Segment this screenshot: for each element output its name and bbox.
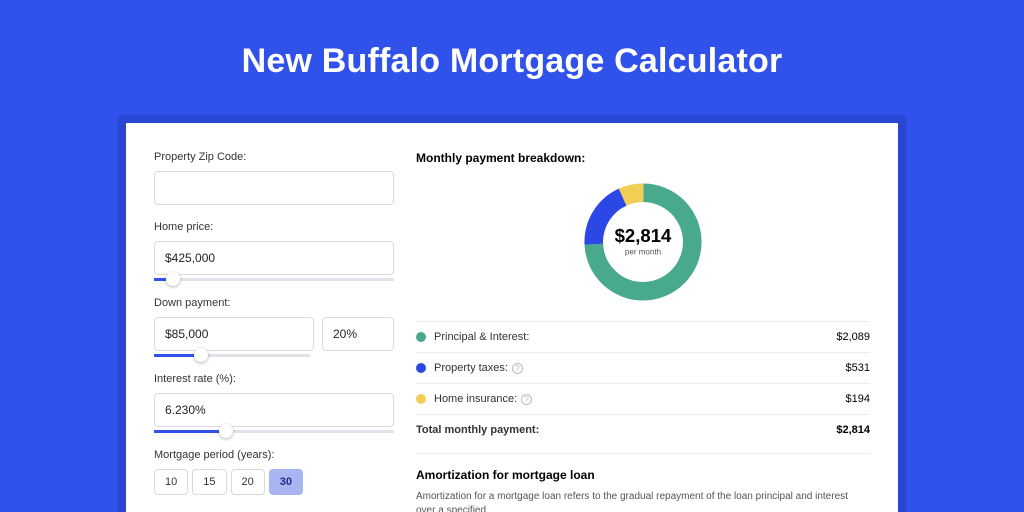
zip-group: Property Zip Code: (154, 151, 394, 205)
down-amount-input[interactable] (154, 317, 314, 351)
price-slider[interactable] (154, 278, 394, 281)
rate-slider[interactable] (154, 430, 394, 433)
inputs-column: Property Zip Code: Home price: Down paym… (154, 151, 394, 512)
zip-label: Property Zip Code: (154, 151, 394, 163)
info-icon[interactable]: ? (521, 394, 532, 405)
calculator-card: Property Zip Code: Home price: Down paym… (126, 123, 898, 512)
period-30-button[interactable]: 30 (269, 469, 303, 495)
period-15-button[interactable]: 15 (192, 469, 226, 495)
legend-row-total: Total monthly payment: $2,814 (416, 415, 870, 445)
legend-label: Principal & Interest: (434, 331, 529, 343)
period-group: Mortgage period (years): 10 15 20 30 (154, 449, 394, 495)
period-options: 10 15 20 30 (154, 469, 394, 495)
dot-icon (416, 394, 426, 404)
legend-value: $2,089 (836, 331, 870, 343)
legend-label: Home insurance: ? (434, 393, 532, 405)
legend-row-insurance: Home insurance: ? $194 (416, 384, 870, 415)
legend-row-principal: Principal & Interest: $2,089 (416, 322, 870, 353)
period-label: Mortgage period (years): (154, 449, 394, 461)
legend-label-text: Property taxes: (434, 362, 508, 374)
donut-center-amount: $2,814 (615, 225, 672, 246)
legend-label: Total monthly payment: (416, 424, 539, 436)
price-group: Home price: (154, 221, 394, 281)
price-input[interactable] (154, 241, 394, 275)
dot-icon (416, 363, 426, 373)
page-title: New Buffalo Mortgage Calculator (0, 0, 1024, 115)
period-20-button[interactable]: 20 (231, 469, 265, 495)
down-slider[interactable] (154, 354, 310, 357)
dot-icon (416, 332, 426, 342)
breakdown-column: Monthly payment breakdown: $2,814 per mo… (416, 151, 870, 512)
amortization-body: Amortization for a mortgage loan refers … (416, 490, 870, 512)
amortization-section: Amortization for mortgage loan Amortizat… (416, 453, 870, 512)
info-icon[interactable]: ? (512, 363, 523, 374)
legend-label: Property taxes: ? (434, 362, 523, 374)
calculator-card-frame: Property Zip Code: Home price: Down paym… (118, 115, 906, 512)
rate-input[interactable] (154, 393, 394, 427)
legend-row-taxes: Property taxes: ? $531 (416, 353, 870, 384)
breakdown-title: Monthly payment breakdown: (416, 151, 870, 165)
donut-center-sub: per month (625, 247, 661, 256)
legend-label-text: Home insurance: (434, 393, 517, 405)
legend: Principal & Interest: $2,089 Property ta… (416, 321, 870, 445)
period-10-button[interactable]: 10 (154, 469, 188, 495)
legend-value: $531 (846, 362, 870, 374)
zip-input[interactable] (154, 171, 394, 205)
amortization-title: Amortization for mortgage loan (416, 468, 870, 482)
legend-value: $2,814 (836, 424, 870, 436)
down-group: Down payment: (154, 297, 394, 357)
down-pct-input[interactable] (322, 317, 394, 351)
legend-value: $194 (846, 393, 870, 405)
price-label: Home price: (154, 221, 394, 233)
down-label: Down payment: (154, 297, 394, 309)
rate-group: Interest rate (%): (154, 373, 394, 433)
rate-label: Interest rate (%): (154, 373, 394, 385)
donut-chart: $2,814 per month (416, 177, 870, 307)
